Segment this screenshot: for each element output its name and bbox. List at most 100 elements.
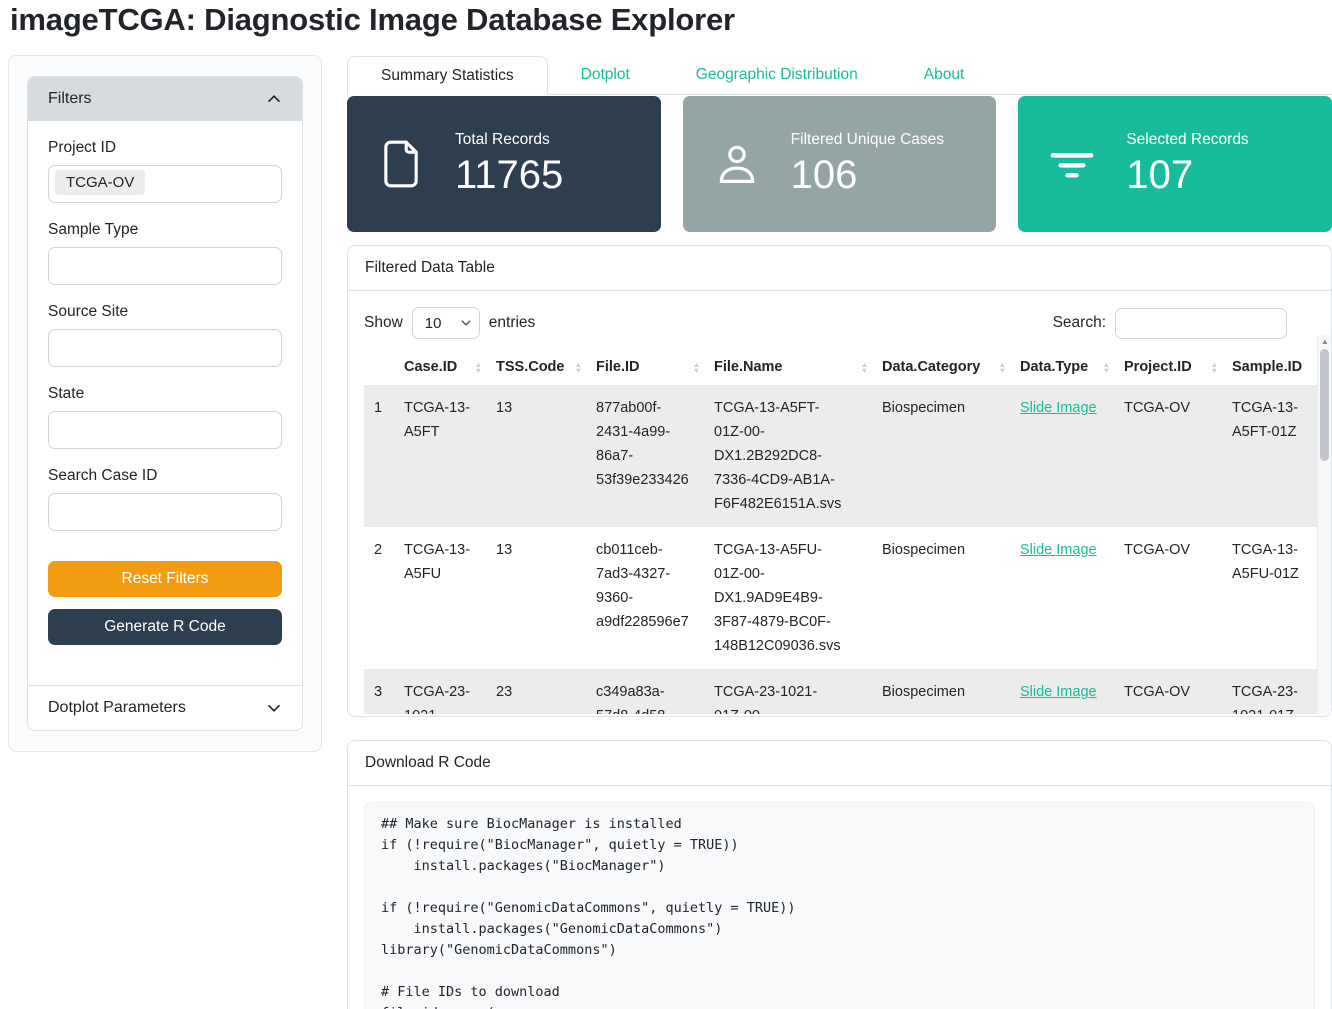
- filters-panel: Project ID TCGA-OV Sample Type Source Si…: [28, 121, 302, 669]
- sidebar-accordion: Filters Project ID TCGA-OV Sample Type S…: [27, 76, 303, 731]
- column-header-rownum: [364, 351, 396, 385]
- cell-case-id: TCGA-13- A5FT: [396, 385, 488, 527]
- column-header-data-category[interactable]: Data.Category▲▼: [874, 351, 1012, 385]
- r-code-block: ## Make sure BiocManager is installed if…: [364, 802, 1315, 1009]
- tab-summary-statistics[interactable]: Summary Statistics: [347, 56, 548, 95]
- row-number: 2: [364, 527, 396, 669]
- row-number: 3: [364, 669, 396, 714]
- tab-about[interactable]: About: [891, 56, 998, 94]
- app-window: imageTCGA: Diagnostic Image Database Exp…: [0, 0, 1332, 1009]
- scroll-up-arrow-icon[interactable]: ▲: [1318, 336, 1331, 348]
- source-site-label: Source Site: [48, 303, 282, 321]
- column-header-sample-id[interactable]: Sample.ID▲▼: [1224, 351, 1331, 385]
- column-header-data-type[interactable]: Data.Type▲▼: [1012, 351, 1116, 385]
- cell-file-name: TCGA-13-A5FT- 01Z-00- DX1.2B292DC8- 7336…: [706, 385, 874, 527]
- row-number: 1: [364, 385, 396, 527]
- cell-file-name: TCGA-23-1021- 01Z-00-: [706, 669, 874, 714]
- slide-image-link[interactable]: Slide Image: [1020, 542, 1097, 558]
- cell-case-id: TCGA-23- 1021: [396, 669, 488, 714]
- cell-sample-id: TCGA-23- 1021-01Z: [1224, 669, 1331, 714]
- sample-type-label: Sample Type: [48, 221, 282, 239]
- column-header-file-id[interactable]: File.ID▲▼: [588, 351, 706, 385]
- tab-geographic-distribution[interactable]: Geographic Distribution: [663, 56, 891, 94]
- table-card-body: Show 10 entries Search:: [348, 291, 1331, 714]
- table-row[interactable]: 1 TCGA-13- A5FT 13 877ab00f- 2431-4a99- …: [364, 385, 1331, 527]
- value-box-selected-records: Selected Records 107: [1018, 96, 1332, 232]
- file-icon: [347, 137, 455, 191]
- chevron-down-icon: [266, 700, 282, 716]
- cell-sample-id: TCGA-13- A5FU-01Z: [1224, 527, 1331, 669]
- dotplot-parameters-title: Dotplot Parameters: [48, 699, 186, 717]
- dotplot-parameters-accordion-header[interactable]: Dotplot Parameters: [28, 686, 302, 730]
- cell-file-id: c349a83a- 57d8-4d58-: [588, 669, 706, 714]
- search-label: Search:: [1053, 314, 1106, 332]
- table-search-input[interactable]: [1115, 308, 1287, 339]
- table-header-row: Case.ID▲▼ TSS.Code▲▼ File.ID▲▼ File.Name…: [364, 351, 1331, 385]
- column-header-file-name[interactable]: File.Name▲▼: [706, 351, 874, 385]
- search-case-id-label: Search Case ID: [48, 467, 282, 485]
- sort-icons: ▲▼: [575, 362, 582, 374]
- cell-case-id: TCGA-13- A5FU: [396, 527, 488, 669]
- reset-filters-button[interactable]: Reset Filters: [48, 561, 282, 597]
- entries-label: entries: [489, 314, 536, 332]
- slide-image-link[interactable]: Slide Image: [1020, 400, 1097, 416]
- table-scrollbar[interactable]: ▲ ▼: [1317, 335, 1331, 714]
- cell-file-name: TCGA-13-A5FU- 01Z-00- DX1.9AD9E4B9- 3F87…: [706, 527, 874, 669]
- slide-image-link[interactable]: Slide Image: [1020, 684, 1097, 700]
- data-table: Case.ID▲▼ TSS.Code▲▼ File.ID▲▼ File.Name…: [364, 351, 1331, 714]
- table-card-title: Filtered Data Table: [348, 246, 1331, 291]
- sidebar: Filters Project ID TCGA-OV Sample Type S…: [8, 55, 322, 752]
- filtered-data-table-card: Filtered Data Table Show 10 entries Sear…: [347, 245, 1332, 717]
- value-box-value: 11765: [455, 152, 661, 198]
- project-id-token: TCGA-OV: [55, 170, 145, 195]
- sort-icons: ▲▼: [1211, 362, 1218, 374]
- cell-data-category: Biospecimen: [874, 669, 1012, 714]
- sort-icons: ▲▼: [693, 362, 700, 374]
- value-boxes: Total Records 11765 Filtered Unique Case…: [347, 96, 1332, 232]
- filters-title: Filters: [48, 90, 92, 108]
- search-case-id-input[interactable]: [48, 493, 282, 531]
- filters-accordion-header[interactable]: Filters: [28, 77, 302, 121]
- cell-project-id: TCGA-OV: [1116, 669, 1224, 714]
- value-box-value: 107: [1126, 152, 1332, 198]
- cell-data-category: Biospecimen: [874, 385, 1012, 527]
- person-icon: [683, 138, 791, 190]
- code-card-title: Download R Code: [348, 741, 1331, 786]
- sort-icons: ▲▼: [475, 362, 482, 374]
- page-length-select[interactable]: 10: [412, 307, 480, 339]
- scrollbar-thumb[interactable]: [1320, 349, 1329, 461]
- chevron-up-icon: [266, 91, 282, 107]
- cell-project-id: TCGA-OV: [1116, 527, 1224, 669]
- sort-icons: ▲▼: [1103, 362, 1110, 374]
- column-header-tss-code[interactable]: TSS.Code▲▼: [488, 351, 588, 385]
- value-box-title: Selected Records: [1126, 131, 1332, 149]
- cell-tss-code: 23: [488, 669, 588, 714]
- column-header-project-id[interactable]: Project.ID▲▼: [1116, 351, 1224, 385]
- state-input[interactable]: [48, 411, 282, 449]
- cell-file-id: cb011ceb- 7ad3-4327- 9360- a9df228596e7: [588, 527, 706, 669]
- source-site-input[interactable]: [48, 329, 282, 367]
- cell-tss-code: 13: [488, 527, 588, 669]
- value-box-title: Total Records: [455, 131, 661, 149]
- sample-type-input[interactable]: [48, 247, 282, 285]
- project-id-label: Project ID: [48, 139, 282, 157]
- table-row[interactable]: 2 TCGA-13- A5FU 13 cb011ceb- 7ad3-4327- …: [364, 527, 1331, 669]
- tab-dotplot[interactable]: Dotplot: [548, 56, 663, 94]
- cell-tss-code: 13: [488, 385, 588, 527]
- cell-sample-id: TCGA-13- A5FT-01Z: [1224, 385, 1331, 527]
- main-tabs: Summary Statistics Dotplot Geographic Di…: [347, 56, 1332, 95]
- project-id-input[interactable]: TCGA-OV: [48, 165, 282, 203]
- download-r-code-card: Download R Code ## Make sure BiocManager…: [347, 740, 1332, 1009]
- page-title: imageTCGA: Diagnostic Image Database Exp…: [10, 2, 735, 38]
- state-label: State: [48, 385, 282, 403]
- generate-r-code-button[interactable]: Generate R Code: [48, 609, 282, 645]
- filter-icon: [1018, 138, 1126, 190]
- value-box-total-records: Total Records 11765: [347, 96, 661, 232]
- show-label: Show: [364, 314, 403, 332]
- value-box-title: Filtered Unique Cases: [791, 131, 997, 149]
- table-row[interactable]: 3 TCGA-23- 1021 23 c349a83a- 57d8-4d58- …: [364, 669, 1331, 714]
- column-header-case-id[interactable]: Case.ID▲▼: [396, 351, 488, 385]
- sort-icons: ▲▼: [999, 362, 1006, 374]
- cell-file-id: 877ab00f- 2431-4a99- 86a7- 53f39e233426: [588, 385, 706, 527]
- sort-icons: ▲▼: [861, 362, 868, 374]
